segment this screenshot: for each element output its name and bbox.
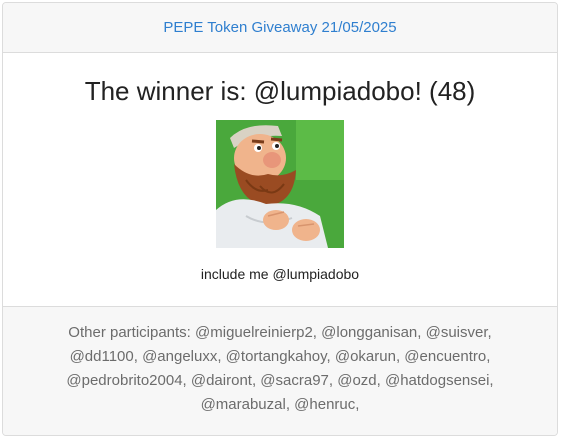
giveaway-card: PEPE Token Giveaway 21/05/2025 The winne…: [2, 2, 558, 436]
card-header: PEPE Token Giveaway 21/05/2025: [3, 3, 557, 53]
winner-comment: include me @lumpiadobo: [200, 266, 360, 282]
winner-heading: The winner is: @lumpiadobo! (48): [84, 76, 476, 106]
other-participants-list: Other participants: @miguelreinierp2, @l…: [66, 324, 494, 413]
bearded-man-avatar-icon: [216, 120, 344, 248]
winner-avatar: [216, 120, 344, 248]
card-footer: Other participants: @miguelreinierp2, @l…: [3, 307, 557, 435]
card-body: The winner is: @lumpiadobo! (48) include…: [3, 53, 557, 307]
giveaway-title-link[interactable]: PEPE Token Giveaway 21/05/2025: [163, 19, 396, 36]
